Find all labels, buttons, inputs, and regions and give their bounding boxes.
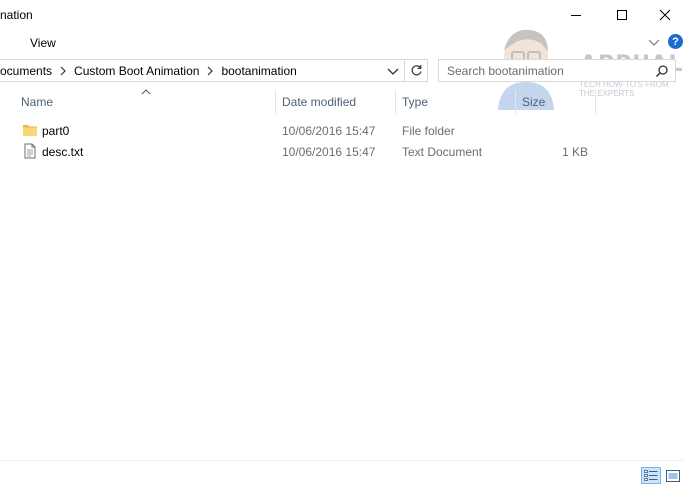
maximize-icon (617, 10, 627, 20)
file-size: 1 KB (561, 145, 588, 159)
search-icon[interactable] (655, 64, 669, 78)
file-row-part0[interactable]: part0 10/06/2016 15:47 File folder (18, 120, 618, 141)
address-bar[interactable]: ocuments Custom Boot Animation bootanima… (0, 59, 405, 82)
status-bar (0, 460, 685, 486)
window-title: nation (0, 8, 33, 22)
breadcrumb-custom-boot-animation[interactable]: Custom Boot Animation (74, 64, 199, 78)
breadcrumb: ocuments Custom Boot Animation bootanima… (0, 64, 297, 78)
search-placeholder: Search bootanimation (447, 64, 564, 78)
column-size[interactable]: Size (522, 95, 545, 109)
chevron-right-icon (60, 66, 66, 76)
large-icons-view-icon (666, 469, 680, 482)
file-name: desc.txt (42, 145, 84, 159)
chevron-right-icon (208, 66, 214, 76)
column-divider[interactable] (395, 90, 396, 114)
text-file-icon (24, 143, 36, 159)
minimize-icon (571, 15, 581, 16)
folder-icon (23, 125, 37, 136)
column-header: Name Date modified Type Size (0, 88, 685, 114)
large-icons-view-button[interactable] (664, 467, 682, 484)
tab-view[interactable]: View (30, 36, 56, 50)
refresh-icon (411, 65, 422, 76)
breadcrumb-separator[interactable] (52, 66, 74, 76)
chevron-down-icon[interactable] (647, 35, 661, 49)
help-icon[interactable]: ? (668, 34, 683, 49)
sort-ascending-icon (141, 89, 151, 95)
details-view-icon (644, 470, 658, 481)
details-view-button[interactable] (641, 467, 661, 484)
close-icon (659, 9, 671, 21)
column-divider[interactable] (275, 90, 276, 114)
address-dropdown-icon[interactable] (386, 64, 400, 78)
file-date: 10/06/2016 15:47 (282, 145, 376, 159)
file-type: Text Document (402, 145, 483, 159)
file-name: part0 (42, 124, 70, 138)
search-input[interactable]: Search bootanimation (438, 59, 676, 82)
column-name[interactable]: Name (21, 95, 53, 109)
breadcrumb-bootanimation[interactable]: bootanimation (221, 64, 296, 78)
column-date-modified[interactable]: Date modified (282, 95, 356, 109)
refresh-button[interactable] (405, 59, 428, 82)
column-divider[interactable] (515, 90, 516, 114)
file-row-desc-txt[interactable]: desc.txt 10/06/2016 15:47 Text Document … (18, 141, 618, 162)
ribbon: View ? (0, 30, 685, 54)
file-date: 10/06/2016 15:47 (282, 124, 376, 138)
column-divider[interactable] (595, 90, 596, 114)
file-type: File folder (402, 124, 455, 138)
breadcrumb-documents[interactable]: ocuments (0, 64, 52, 78)
file-explorer-window: nation APPUALS TECH HOW-TO'S FROM THE EX… (0, 0, 685, 486)
breadcrumb-separator[interactable] (199, 66, 221, 76)
column-type[interactable]: Type (402, 95, 428, 109)
